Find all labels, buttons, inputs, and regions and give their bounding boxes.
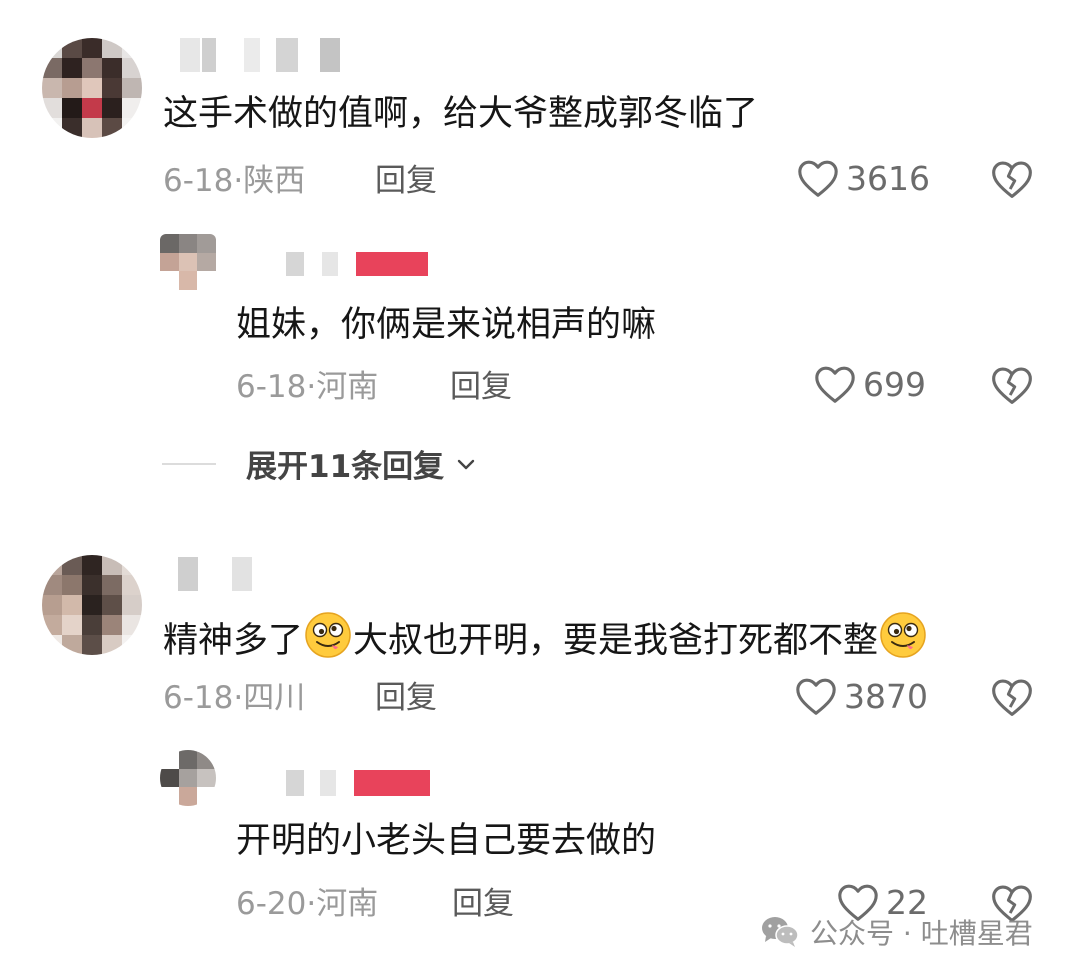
broken-heart-icon: [992, 679, 1032, 716]
like-button[interactable]: 3616: [796, 158, 930, 198]
reply-username-blurred[interactable]: [286, 252, 431, 276]
dislike-button[interactable]: [990, 158, 1034, 204]
divider: [162, 462, 216, 465]
reply-button[interactable]: 回复: [375, 679, 437, 717]
wechat-icon: [762, 917, 799, 947]
like-count: 3870: [844, 676, 928, 716]
dislike-button[interactable]: [990, 676, 1034, 722]
comment-text: 精神多了 大叔也开明，要是我爸打死都不整: [163, 610, 928, 664]
username-blurred[interactable]: [178, 557, 258, 591]
watermark: 公众号 · 吐槽星君: [760, 912, 1033, 952]
heart-outline-icon: [796, 678, 836, 715]
avatar[interactable]: [42, 555, 142, 655]
drooling-face-emoji-icon: [305, 612, 351, 658]
reply-avatar[interactable]: [160, 750, 216, 806]
reply-button[interactable]: 回复: [452, 885, 514, 923]
reply-text: 开明的小老头自己要去做的: [236, 821, 657, 861]
reply-avatar[interactable]: [160, 234, 216, 290]
chevron-down-icon: [457, 459, 475, 469]
expand-replies-label: 展开11条回复: [246, 449, 445, 485]
watermark-text: 公众号 · 吐槽星君: [810, 917, 1033, 950]
reply-button[interactable]: 回复: [450, 368, 512, 406]
comment-text-part2: 大叔也开明，要是我爸打死都不整: [353, 621, 879, 661]
username-blurred[interactable]: [180, 38, 350, 72]
reply-button[interactable]: 回复: [375, 162, 437, 200]
broken-heart-icon: [992, 161, 1032, 198]
comment-text: 这手术做的值啊，给大爷整成郭冬临了: [163, 94, 759, 134]
reply-text: 姐妹，你俩是来说相声的嘛: [236, 305, 657, 345]
expand-replies-button[interactable]: 展开11条回复: [162, 441, 478, 486]
like-count: 699: [863, 364, 926, 404]
reply-username-blurred[interactable]: [286, 770, 436, 796]
comment-text-part1: 精神多了: [163, 621, 304, 661]
reply-date-location: 6-18·河南: [236, 369, 379, 405]
avatar[interactable]: [42, 38, 142, 138]
dislike-button[interactable]: [990, 364, 1034, 410]
heart-outline-icon: [798, 160, 838, 197]
reply-date-location: 6-20·河南: [236, 886, 379, 922]
comment-date-location: 6-18·陕西: [163, 163, 306, 199]
drooling-face-emoji-icon: [880, 612, 926, 658]
like-button[interactable]: 699: [813, 364, 926, 404]
comment-date-location: 6-18·四川: [163, 680, 306, 716]
like-button[interactable]: 3870: [794, 676, 928, 716]
broken-heart-icon: [992, 367, 1032, 404]
like-count: 3616: [846, 158, 930, 198]
heart-outline-icon: [815, 366, 855, 403]
